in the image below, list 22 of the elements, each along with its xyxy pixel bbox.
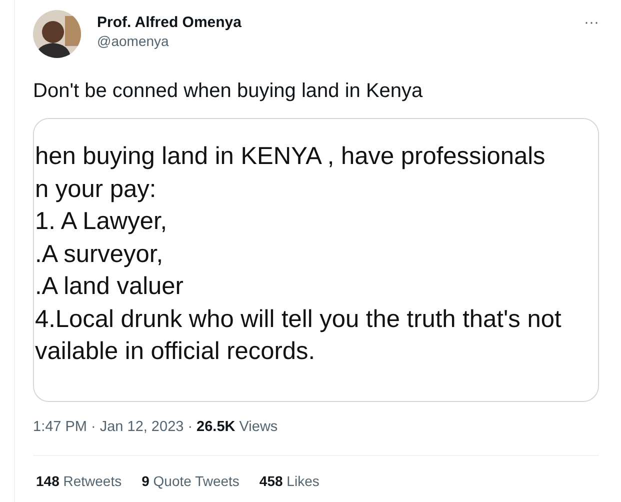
tweet-date[interactable]: Jan 12, 2023 [100,417,184,439]
more-icon[interactable]: ··· [584,10,599,28]
image-text-line: 1. A Lawyer, [34,207,168,237]
image-text-line: hen buying land in KENYA , have professionals [34,142,546,172]
separator: · [188,418,193,437]
views-count: 26.5K [196,418,236,437]
author-name[interactable]: Prof. Alfred Omenya [97,14,584,32]
views-label: Views [239,418,278,437]
image-text-line: 4.Local drunk who will tell you the truth that's not [34,304,562,334]
stat-link[interactable]: 458 Likes [259,470,320,492]
avatar-icon[interactable] [33,10,81,58]
stat-link[interactable]: 148 Retweets [36,470,122,492]
stat-link[interactable]: 9 Quote Tweets [142,470,240,492]
image-text-line: .A land valuer [34,272,184,302]
image-text-line: vailable in official records. [34,337,316,367]
separator: · [91,418,96,437]
tweet-time[interactable]: 1:47 PM [33,417,87,439]
author-handle[interactable]: @aomenya [97,32,584,50]
image-text-line: n your pay: [34,174,158,204]
image-card[interactable]: hen buying land in KENYA , have professionals n your pay: 1. A Lawyer, .A surveyor, .A land valuer 4.Local drunk who will tell you the truth that's not vailable in official records. [33,118,599,402]
tweet-text: Don't be conned when buying land in Kenya [33,79,424,104]
image-text-line: .A surveyor, [34,240,164,270]
